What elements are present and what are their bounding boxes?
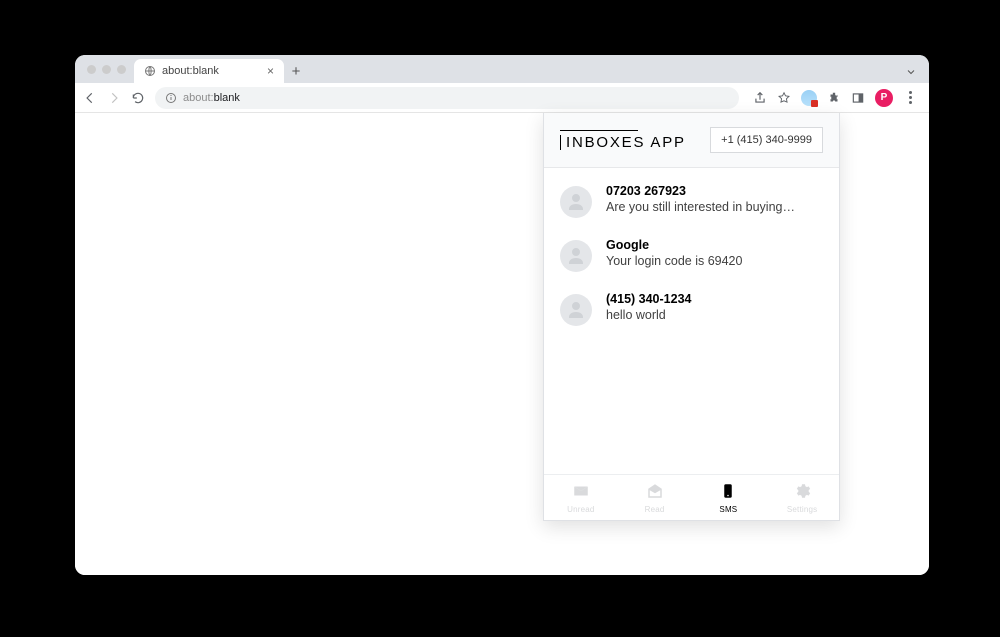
message-sender: (415) 340-1234 [606,292,691,306]
nav-tab-label: Read [645,505,665,514]
tab-strip: about:blank × + [75,55,929,83]
avatar-icon [560,186,592,218]
nav-tab-label: Settings [787,505,818,514]
browser-window: about:blank × + about:blank P [75,55,929,575]
message-preview: Are you still interested in buying my la… [606,200,796,214]
inboxes-extension-icon[interactable] [801,90,817,106]
popup-header: INBOXES APP +1 (415) 340-9999 [544,113,839,168]
message-preview: Your login code is 69420 [606,254,742,268]
nav-tab-read[interactable]: Read [618,475,692,520]
share-icon[interactable] [753,91,767,105]
message-sender: Google [606,238,742,252]
panel-icon[interactable] [851,91,865,105]
new-tab-button[interactable]: + [284,59,308,83]
message-item[interactable]: Google Your login code is 69420 [544,228,839,282]
bookmark-star-icon[interactable] [777,91,791,105]
nav-tab-sms[interactable]: SMS [692,475,766,520]
inboxes-popup: INBOXES APP +1 (415) 340-9999 07203 2679… [543,113,840,521]
profile-avatar[interactable]: P [875,89,893,107]
back-button[interactable] [83,91,97,105]
avatar-icon [560,240,592,272]
forward-button[interactable] [107,91,121,105]
nav-tab-unread[interactable]: Unread [544,475,618,520]
browser-toolbar: about:blank P [75,83,929,113]
extensions-puzzle-icon[interactable] [827,91,841,105]
message-preview: hello world [606,308,691,322]
sms-icon [719,482,737,503]
window-maximize[interactable] [117,65,126,74]
browser-menu-button[interactable] [903,91,917,104]
nav-tab-settings[interactable]: Settings [765,475,839,520]
message-body: 07203 267923 Are you still interested in … [606,184,796,218]
toolbar-actions: P [749,89,921,107]
settings-icon [793,482,811,503]
window-controls [83,55,134,83]
reload-button[interactable] [131,91,145,105]
chevron-down-icon [905,66,917,78]
message-item[interactable]: (415) 340-1234 hello world [544,282,839,336]
app-logo-text: INBOXES APP [560,135,686,150]
tab-overflow-button[interactable] [893,65,929,83]
bottom-nav: Unread Read SMS Settings [544,474,839,520]
message-body: Google Your login code is 69420 [606,238,742,272]
phone-selector[interactable]: +1 (415) 340-9999 [710,127,823,153]
message-list: 07203 267923 Are you still interested in … [544,168,839,474]
message-item[interactable]: 07203 267923 Are you still interested in … [544,174,839,228]
message-body: (415) 340-1234 hello world [606,292,691,326]
info-icon [165,92,177,104]
nav-tab-label: Unread [567,505,594,514]
window-minimize[interactable] [102,65,111,74]
tab-title: about:blank [162,65,219,77]
message-sender: 07203 267923 [606,184,796,198]
tab-close-button[interactable]: × [267,64,274,78]
globe-icon [144,65,156,77]
nav-tab-label: SMS [719,505,737,514]
window-close[interactable] [87,65,96,74]
read-icon [646,482,664,503]
browser-tab[interactable]: about:blank × [134,59,284,83]
url-text: about:blank [183,92,240,104]
address-bar[interactable]: about:blank [155,87,739,109]
avatar-icon [560,294,592,326]
viewport: INBOXES APP +1 (415) 340-9999 07203 2679… [75,113,929,575]
app-logo: INBOXES APP [560,130,686,150]
unread-icon [572,482,590,503]
